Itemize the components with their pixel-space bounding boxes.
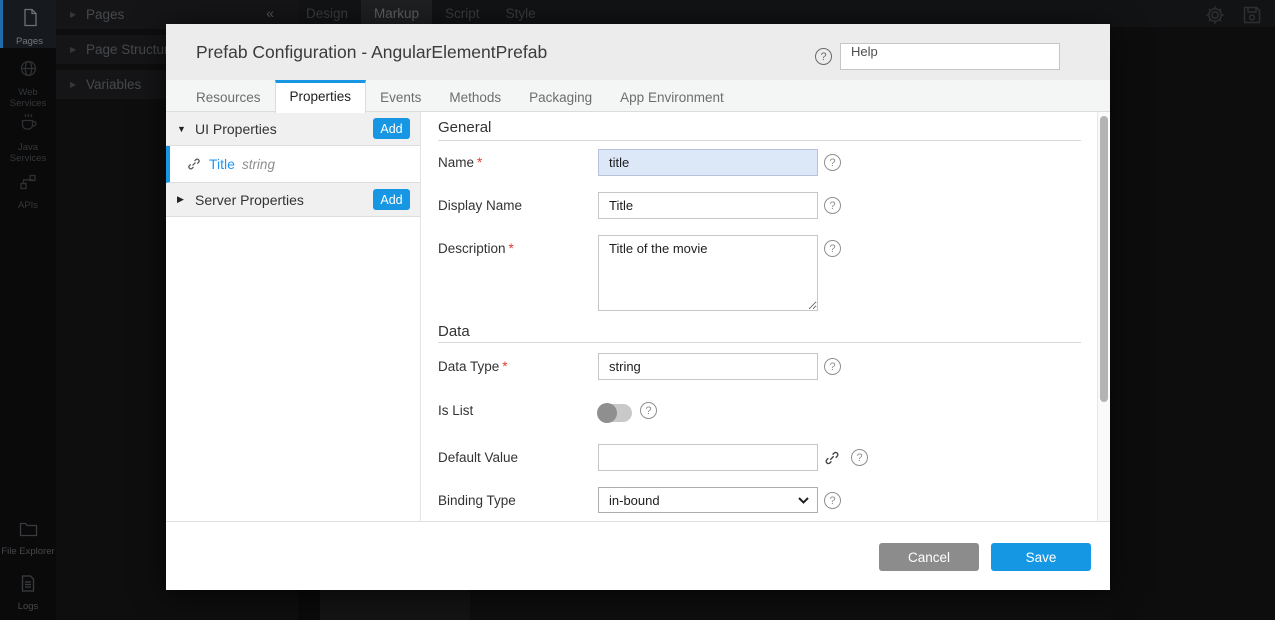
editor-tab-bar: Design Markup Script Style [293, 0, 549, 27]
properties-list-panel: ▼ UI Properties Add Title string ▶ Serve… [166, 112, 421, 521]
logs-icon [19, 574, 37, 598]
data-type-input[interactable] [598, 353, 818, 380]
dialog-header: Prefab Configuration - AngularElementPre… [166, 24, 1110, 80]
caret-right-icon: ▶ [70, 80, 82, 89]
help-icon[interactable]: ? [851, 449, 868, 466]
sidebar-item-web-services[interactable]: Web Services [0, 58, 56, 114]
tab-properties[interactable]: Properties [275, 80, 367, 113]
file-explorer-icon [18, 520, 39, 543]
caret-right-icon: ▶ [70, 45, 82, 54]
required-marker: * [477, 155, 482, 170]
tab-packaging[interactable]: Packaging [515, 83, 606, 112]
tab-design[interactable]: Design [293, 0, 361, 27]
property-name: Title [209, 156, 235, 172]
default-value-label: Default Value [438, 444, 598, 465]
is-list-toggle[interactable] [598, 404, 632, 422]
help-icon: ? [815, 48, 832, 65]
required-marker: * [509, 241, 514, 256]
dimmed-canvas [1110, 27, 1275, 620]
tab-app-environment[interactable]: App Environment [606, 83, 738, 112]
required-marker: * [502, 359, 507, 374]
default-value-input[interactable] [598, 444, 818, 471]
chevron-down-icon [798, 491, 809, 509]
display-name-label: Display Name [438, 192, 598, 213]
help-icon[interactable]: ? [824, 492, 841, 509]
caret-right-icon: ▶ [177, 194, 191, 205]
dialog-tab-bar: Resources Properties Events Methods Pack… [166, 80, 1110, 112]
section-general: General [438, 112, 1081, 141]
link-icon [187, 157, 201, 171]
dialog-body: ▼ UI Properties Add Title string ▶ Serve… [166, 112, 1110, 521]
is-list-label: Is List [438, 400, 598, 418]
scrollbar-track[interactable] [1097, 112, 1110, 521]
apis-icon [18, 172, 38, 197]
tab-resources[interactable]: Resources [182, 83, 275, 112]
name-label: Name* [438, 149, 598, 170]
help-icon[interactable]: ? [824, 154, 841, 171]
help-icon[interactable]: ? [824, 240, 841, 257]
dialog-title: Prefab Configuration - AngularElementPre… [196, 24, 547, 80]
tab-markup[interactable]: Markup [361, 0, 432, 27]
tab-script[interactable]: Script [432, 0, 493, 27]
header-actions [1203, 3, 1264, 32]
toggle-knob [597, 403, 617, 423]
sidebar-item-file-explorer[interactable]: File Explorer [0, 520, 56, 570]
help-icon[interactable]: ? [824, 358, 841, 375]
property-type: string [242, 157, 275, 172]
bind-link-icon[interactable] [824, 450, 840, 466]
dimmed-footer-strip [320, 590, 470, 620]
ui-properties-group-header[interactable]: ▼ UI Properties Add [166, 112, 420, 146]
save-button[interactable]: Save [991, 543, 1091, 571]
web-services-icon [18, 58, 39, 84]
caret-down-icon: ▼ [177, 124, 191, 134]
property-item-title[interactable]: Title string [166, 146, 420, 183]
gear-icon[interactable] [1203, 3, 1227, 32]
java-services-icon [18, 112, 39, 139]
add-server-property-button[interactable]: Add [373, 189, 410, 210]
sidebar-item-logs[interactable]: Logs [0, 574, 56, 620]
tab-methods[interactable]: Methods [435, 83, 515, 112]
collapse-panel-icon[interactable]: « [266, 5, 274, 21]
pages-icon [20, 7, 40, 33]
name-input[interactable] [598, 149, 818, 176]
tab-events[interactable]: Events [366, 83, 435, 112]
description-textarea[interactable]: Title of the movie [598, 235, 818, 311]
help-icon[interactable]: ? [640, 402, 657, 419]
tab-style[interactable]: Style [493, 0, 549, 27]
scrollbar-thumb[interactable] [1100, 116, 1108, 402]
dialog-footer: Cancel Save [166, 521, 1110, 590]
dimmed-panel-divider [298, 590, 320, 620]
add-ui-property-button[interactable]: Add [373, 118, 410, 139]
prefab-configuration-dialog: Prefab Configuration - AngularElementPre… [166, 24, 1110, 590]
server-properties-group-header[interactable]: ▶ Server Properties Add [166, 183, 420, 217]
binding-type-select[interactable]: in-bound [598, 487, 818, 513]
icon-sidebar: Pages Web Services Java Services APIs Fi… [0, 0, 56, 620]
sidebar-item-apis[interactable]: APIs [0, 172, 56, 220]
help-icon[interactable]: ? [824, 197, 841, 214]
property-form: General Name* ? Display Name ? Descripti… [421, 112, 1097, 521]
help-button[interactable]: ? Help [815, 43, 1060, 70]
binding-type-label: Binding Type [438, 487, 598, 508]
help-label: Help [840, 43, 1060, 70]
save-icon[interactable] [1240, 3, 1264, 32]
sidebar-item-pages[interactable]: Pages [0, 0, 56, 48]
section-data: Data [438, 311, 1081, 343]
sidebar-item-java-services[interactable]: Java Services [0, 112, 56, 170]
cancel-button[interactable]: Cancel [879, 543, 979, 571]
caret-right-icon: ▶ [70, 10, 82, 19]
description-label: Description* [438, 235, 598, 256]
data-type-label: Data Type* [438, 353, 598, 374]
display-name-input[interactable] [598, 192, 818, 219]
